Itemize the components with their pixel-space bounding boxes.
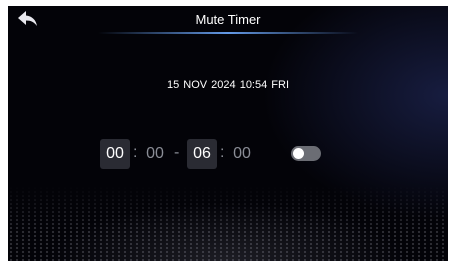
current-datetime: 15 NOV 2024 10:54 FRI	[166, 79, 289, 91]
toggle-knob	[293, 148, 304, 159]
mute-timer-toggle[interactable]	[291, 146, 321, 161]
page-title: Mute Timer	[195, 12, 261, 27]
end-minute-field[interactable]: 00	[229, 139, 255, 169]
start-hour-field[interactable]: 00	[100, 139, 130, 169]
range-dash: -	[174, 144, 180, 161]
end-time-colon: :	[220, 144, 225, 161]
mute-timer-screen: Mute Timer 15 NOV 2024 10:54 FRI 00 : 00…	[8, 6, 448, 261]
background-floor-pattern	[8, 186, 448, 261]
title-underline-glow	[98, 32, 358, 34]
end-hour-field[interactable]: 06	[187, 139, 217, 169]
start-minute-field[interactable]: 00	[142, 139, 168, 169]
title-bar: Mute Timer	[8, 6, 448, 36]
start-time-colon: :	[133, 144, 138, 161]
